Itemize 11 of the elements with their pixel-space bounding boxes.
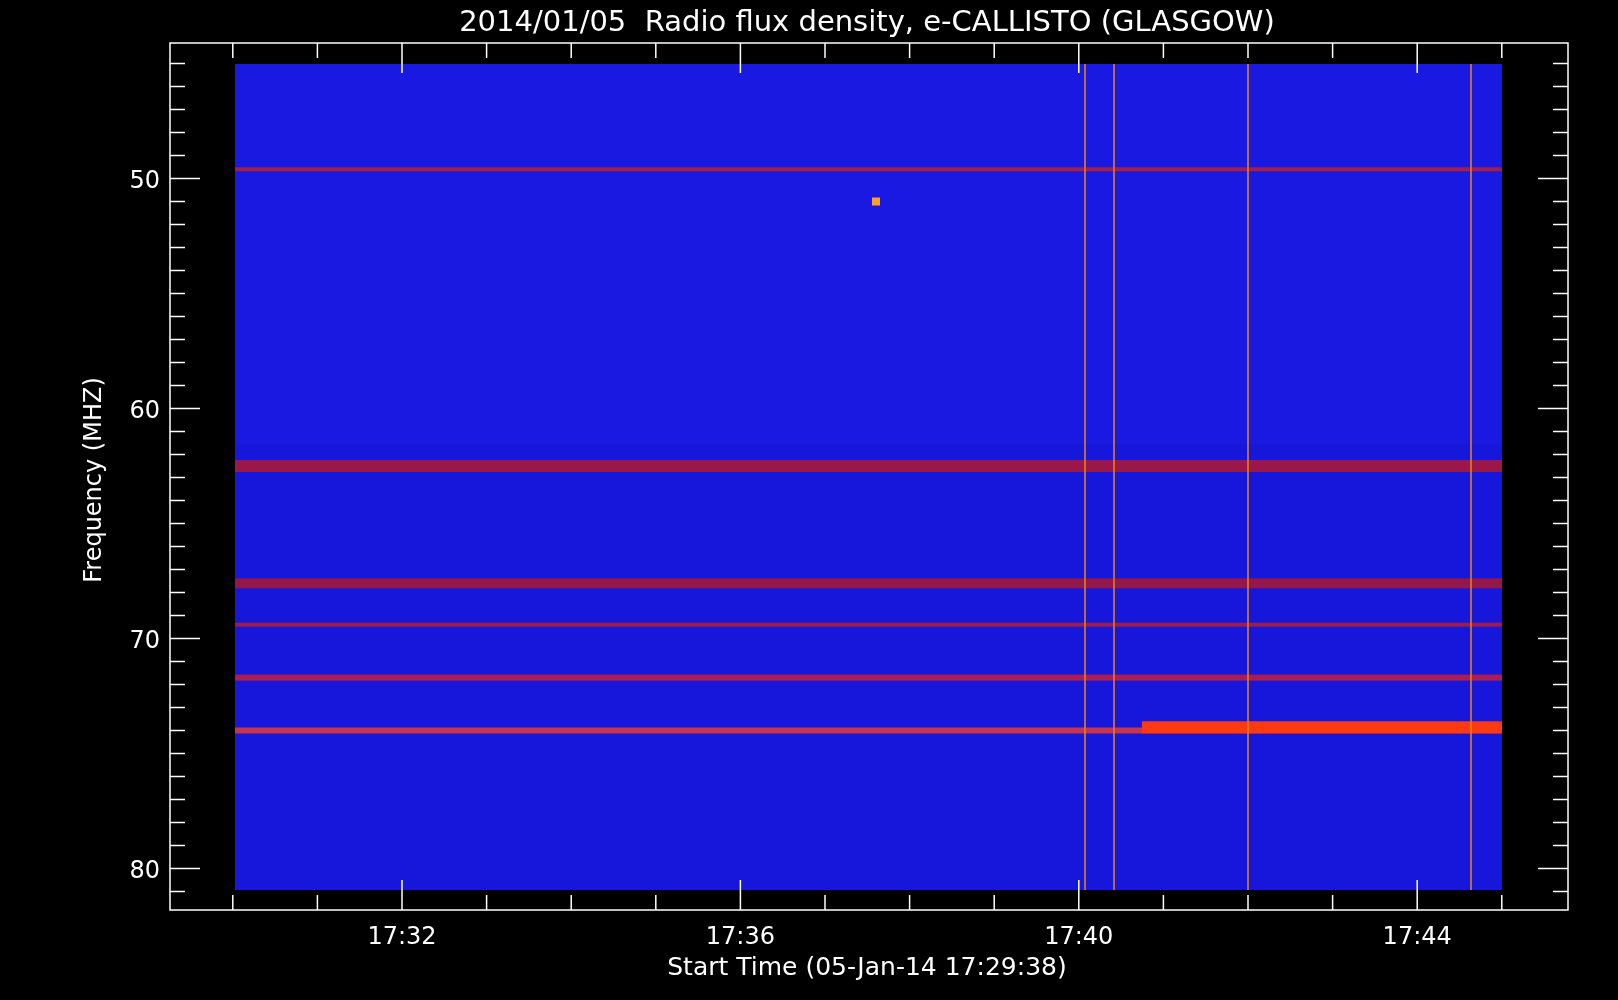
chart-title: 2014/01/05 Radio flux density, e-CALLISTO (GLASGOW) [459, 4, 1275, 38]
x-axis-label: Start Time (05-Jan-14 17:29:38) [667, 952, 1067, 981]
y-tick-label: 50 [129, 165, 160, 194]
y-tick-label: 80 [129, 855, 160, 884]
x-tick-label: 17:44 [1382, 922, 1452, 950]
y-axis-label: Frequency (MHZ) [79, 377, 107, 583]
y-tick-label: 70 [129, 625, 160, 654]
x-tick-label: 17:40 [1044, 922, 1114, 950]
x-tick-label: 17:36 [705, 922, 775, 950]
x-tick-label: 17:32 [367, 922, 437, 950]
y-tick-label: 60 [129, 395, 160, 424]
